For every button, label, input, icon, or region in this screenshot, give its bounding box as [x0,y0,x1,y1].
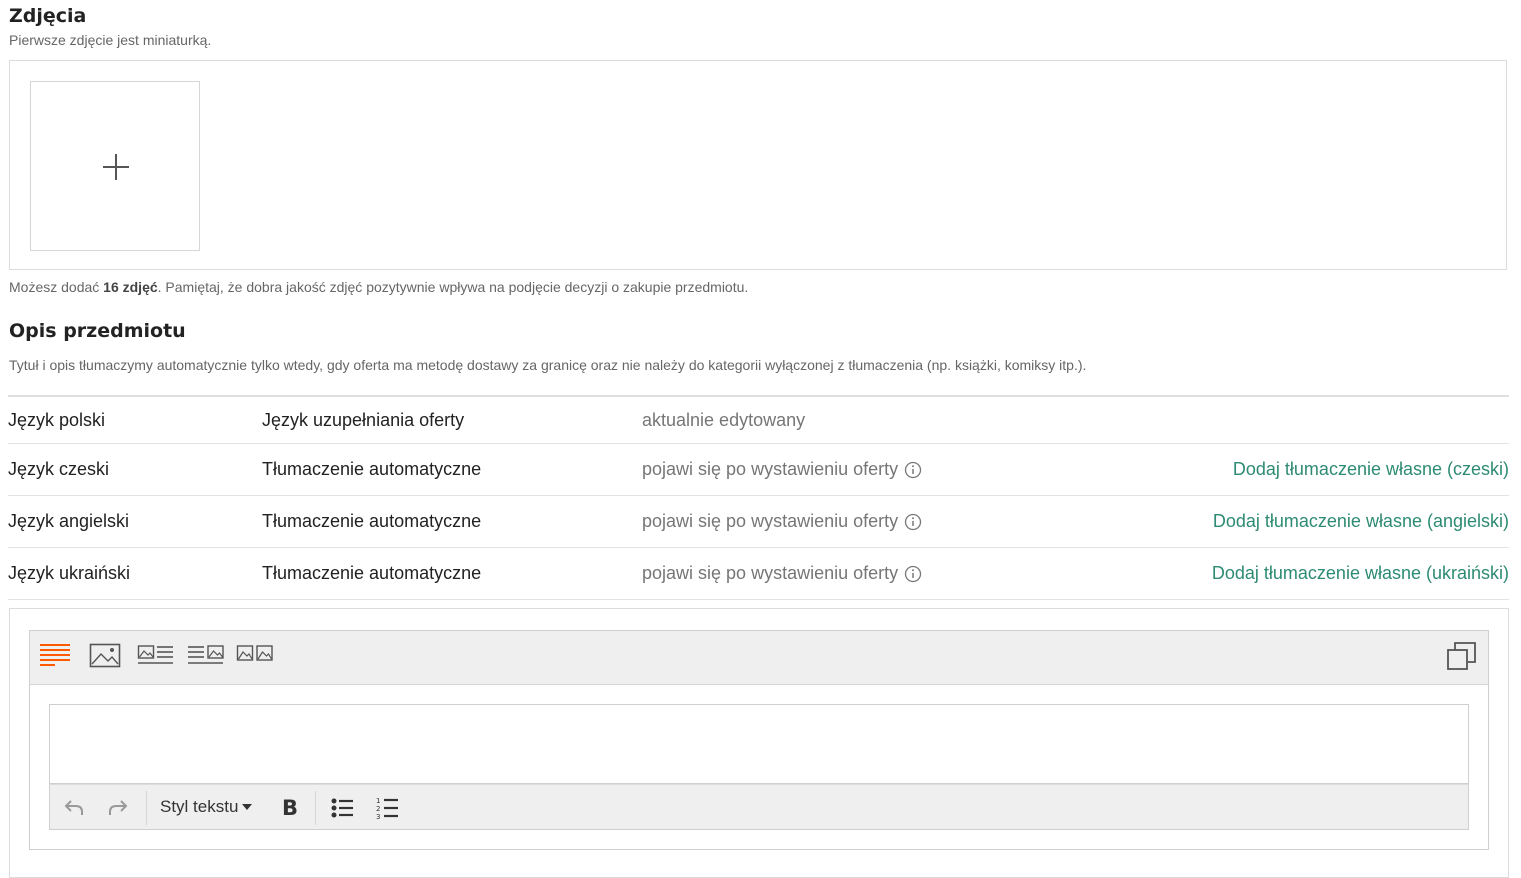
language-status: aktualnie edytowany [642,410,805,431]
add-own-translation-link-ukrainian[interactable]: Dodaj tłumaczenie własne (ukraiński) [1212,563,1509,584]
bullet-list-icon[interactable] [331,797,353,819]
formatting-toolbar: Styl tekstu B 123 [49,784,1469,830]
description-title: Opis przedmiotu [9,320,186,342]
language-status: pojawi się po wystawieniu oferty [642,511,922,532]
language-status: pojawi się po wystawieniu oferty [642,459,922,480]
language-status-text: pojawi się po wystawieniu oferty [642,459,899,479]
language-table: Język polski Język uzupełniania oferty a… [8,395,1509,600]
add-own-translation-link-czech[interactable]: Dodaj tłumaczenie własne (czeski) [1233,459,1509,480]
photos-subtitle: Pierwsze zdjęcie jest miniaturką. [9,32,212,48]
info-icon[interactable] [904,565,922,583]
svg-text:1: 1 [376,797,380,805]
language-name: Język czeski [8,459,110,479]
language-type: Tłumaczenie automatyczne [262,459,482,479]
numbered-list-icon[interactable]: 123 [376,796,398,820]
toolbar-separator [315,791,316,825]
language-type: Tłumaczenie automatyczne [262,563,482,583]
text-style-dropdown[interactable]: Styl tekstu [160,797,253,817]
language-row: Język polski Język uzupełniania oferty a… [8,395,1509,444]
plus-icon [103,154,129,180]
caret-down-icon [242,804,253,810]
photos-note: Możesz dodać 16 zdjęć. Pamiętaj, że dobr… [9,279,748,295]
add-photo-button[interactable] [30,81,200,251]
photos-note-count: 16 zdjęć [103,279,158,295]
svg-text:2: 2 [376,805,380,813]
photos-dropzone [9,60,1507,270]
text-image-layout-icon[interactable] [187,642,225,668]
language-status-text: pojawi się po wystawieniu oferty [642,563,899,583]
toolbar-separator [146,791,147,825]
text-style-label: Styl tekstu [160,797,239,816]
description-subtitle: Tytuł i opis tłumaczymy automatycznie ty… [9,357,1087,373]
language-status-text: pojawi się po wystawieniu oferty [642,511,899,531]
photos-note-suffix: . Pamiętaj, że dobra jakość zdjęć pozyty… [157,279,749,295]
language-status-text: aktualnie edytowany [642,410,806,430]
language-name: Język polski [8,410,106,430]
svg-text:3: 3 [376,813,380,820]
undo-icon[interactable] [64,798,84,816]
language-name: Język ukraiński [8,563,131,583]
duplicate-icon[interactable] [1446,640,1478,672]
language-type: Język uzupełniania oferty [262,410,465,430]
section-layout-toolbar [30,631,1488,685]
redo-icon[interactable] [108,798,128,816]
bold-button[interactable]: B [282,796,298,820]
language-row: Język angielski Tłumaczenie automatyczne… [8,496,1509,548]
two-images-layout-icon[interactable] [236,642,274,668]
language-row: Język ukraiński Tłumaczenie automatyczne… [8,548,1509,600]
add-own-translation-link-english[interactable]: Dodaj tłumaczenie własne (angielski) [1213,511,1509,532]
image-text-layout-icon[interactable] [137,642,175,668]
text-layout-icon[interactable] [39,642,71,668]
language-type: Tłumaczenie automatyczne [262,511,482,531]
language-row: Język czeski Tłumaczenie automatyczne po… [8,444,1509,496]
language-status: pojawi się po wystawieniu oferty [642,563,922,584]
image-layout-icon[interactable] [89,642,121,668]
language-name: Język angielski [8,511,130,531]
photos-title: Zdjęcia [9,5,87,27]
photos-note-prefix: Możesz dodać [9,279,104,295]
info-icon[interactable] [904,461,922,479]
info-icon[interactable] [904,513,922,531]
description-text-area[interactable] [49,704,1469,784]
